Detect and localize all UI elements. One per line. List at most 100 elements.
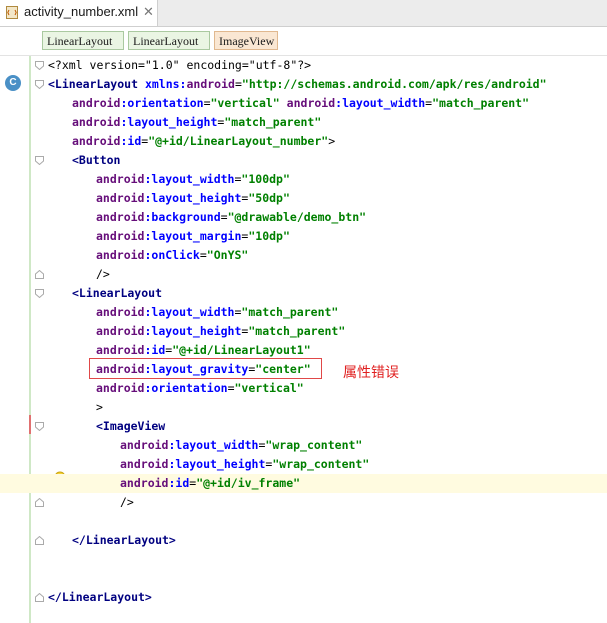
editor-tab-bar: activity_number.xml ✕ (0, 0, 607, 27)
code-token: android (72, 115, 121, 129)
code-token: "@+id/LinearLayout1" (172, 343, 311, 357)
code-token: :layout_height (144, 191, 242, 205)
code-token: /> (120, 495, 134, 509)
code-token: android (96, 343, 145, 357)
tab-activity-number[interactable]: activity_number.xml ✕ (0, 0, 158, 26)
breadcrumb-imageview[interactable]: ImageView (214, 31, 278, 50)
code-token: :background (144, 210, 221, 224)
code-token: = (227, 381, 235, 395)
code-line[interactable] (0, 569, 607, 588)
code-token: "wrap_content" (265, 438, 363, 452)
code-token: = (234, 77, 242, 91)
code-token: "@+id/LinearLayout_number" (148, 134, 329, 148)
breadcrumb-linearlayout-root[interactable]: LinearLayout (42, 31, 124, 50)
code-line[interactable]: <LinearLayout (0, 284, 607, 303)
code-token: android (96, 210, 145, 224)
code-token: "http://schemas.android.com/apk/res/andr… (241, 77, 547, 91)
code-token: :layout_height (144, 324, 242, 338)
code-token: "vertical" (234, 381, 304, 395)
code-token: android (186, 77, 235, 91)
code-token: "OnYS" (206, 248, 249, 262)
code-line[interactable] (0, 512, 607, 531)
code-token: :orientation (144, 381, 228, 395)
code-token: "match_parent" (248, 324, 346, 338)
code-token: :layout_height (120, 115, 218, 129)
code-line[interactable]: android:onClick="OnYS" (0, 246, 607, 265)
code-line[interactable]: <LinearLayout xmlns:android="http://sche… (0, 75, 607, 94)
code-token: = (220, 210, 228, 224)
code-token: "match_parent" (224, 115, 322, 129)
code-line[interactable]: android:layout_width="100dp" (0, 170, 607, 189)
code-line[interactable]: <?xml version="1.0" encoding="utf-8"?> (0, 56, 607, 75)
code-token: android (72, 96, 121, 110)
code-token: android (96, 248, 145, 262)
code-line[interactable]: <ImageView (0, 417, 607, 436)
code-token: <Button (72, 153, 121, 167)
code-line[interactable]: android:background="@drawable/demo_btn" (0, 208, 607, 227)
code-line[interactable]: android:layout_margin="10dp" (0, 227, 607, 246)
close-tab-icon[interactable]: ✕ (143, 4, 154, 20)
code-line[interactable]: android:layout_height="50dp" (0, 189, 607, 208)
code-line[interactable]: android:layout_width="wrap_content" (0, 436, 607, 455)
code-token: </LinearLayout> (72, 533, 176, 547)
code-line[interactable]: android:layout_height="wrap_content" (0, 455, 607, 474)
code-token: <LinearLayout (48, 77, 145, 91)
tab-label: activity_number.xml (24, 4, 139, 19)
code-line[interactable]: /> (0, 265, 607, 284)
code-token: :orientation (120, 96, 204, 110)
code-token: "vertical" (210, 96, 287, 110)
code-line[interactable]: android:id="@+id/iv_frame" (0, 474, 607, 493)
code-token: > (96, 400, 103, 414)
code-line[interactable]: android:layout_height="match_parent" (0, 322, 607, 341)
code-token: :layout_width (144, 172, 235, 186)
code-token: :layout_width (144, 305, 235, 319)
code-token: "match_parent" (241, 305, 339, 319)
code-token: android (120, 476, 169, 490)
code-token: = (199, 248, 207, 262)
code-token: android (120, 438, 169, 452)
code-token: "@+id/iv_frame" (196, 476, 301, 490)
code-line[interactable]: </LinearLayout> (0, 588, 607, 607)
code-token: > (328, 134, 336, 148)
code-token: android (286, 96, 336, 110)
code-token: :layout_width (335, 96, 426, 110)
code-token: android (72, 134, 121, 148)
code-token: :layout_height (168, 457, 266, 471)
code-token: android (120, 457, 169, 471)
code-line[interactable]: android:id="@+id/LinearLayout_number"> (0, 132, 607, 151)
xml-file-icon (6, 6, 18, 19)
code-token: <ImageView (96, 419, 166, 433)
code-token: /> (96, 267, 110, 281)
code-line[interactable]: /> (0, 493, 607, 512)
code-line[interactable]: <Button (0, 151, 607, 170)
code-token: :layout_width (168, 438, 259, 452)
error-highlight-box (89, 358, 322, 379)
code-line[interactable]: </LinearLayout> (0, 531, 607, 550)
code-token: :onClick (144, 248, 200, 262)
code-token: "match_parent" (432, 96, 530, 110)
code-token: android (96, 305, 145, 319)
breadcrumb: LinearLayout LinearLayout ImageView (0, 27, 607, 56)
code-token: <?xml version="1.0" encoding="utf-8"?> (48, 58, 312, 72)
code-line[interactable]: > (0, 398, 607, 417)
code-token: android (96, 229, 145, 243)
code-token: "10dp" (248, 229, 290, 243)
code-token: android (96, 191, 145, 205)
code-token: android (96, 381, 145, 395)
code-token: :id (120, 134, 142, 148)
code-token: xmlns: (144, 77, 187, 91)
code-line[interactable] (0, 550, 607, 569)
code-token: "100dp" (241, 172, 290, 186)
code-token: android (96, 324, 145, 338)
code-token: = (203, 96, 211, 110)
code-line[interactable]: android:layout_height="match_parent" (0, 113, 607, 132)
code-token: :id (144, 343, 166, 357)
code-line[interactable]: android:orientation="vertical" android:l… (0, 94, 607, 113)
breadcrumb-linearlayout-child[interactable]: LinearLayout (128, 31, 210, 50)
code-token: </LinearLayout> (48, 590, 152, 604)
code-line[interactable]: android:layout_width="match_parent" (0, 303, 607, 322)
code-token: android (96, 172, 145, 186)
code-token: :layout_margin (144, 229, 242, 243)
code-token: <LinearLayout (72, 286, 163, 300)
code-line[interactable]: android:orientation="vertical" (0, 379, 607, 398)
